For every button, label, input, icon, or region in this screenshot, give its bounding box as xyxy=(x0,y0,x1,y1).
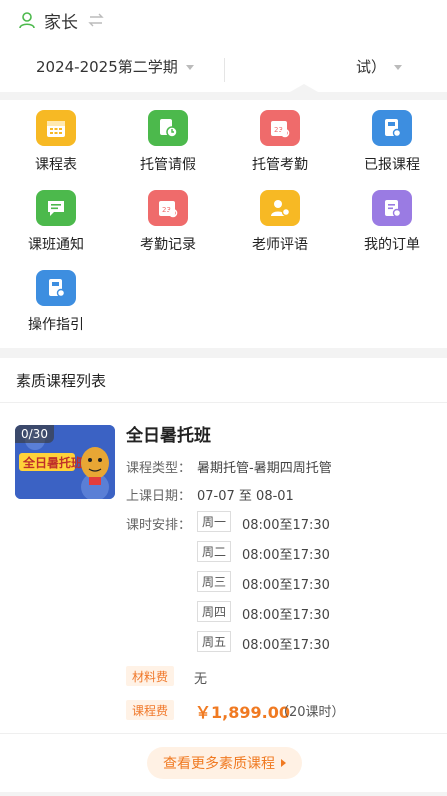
class-select[interactable]: 试） xyxy=(356,56,403,77)
grid-item-label: 托管请假 xyxy=(140,157,196,173)
term-select-value: 2024-2025第二学期 xyxy=(36,58,178,76)
schedule-day: 周五 xyxy=(197,631,231,652)
order-icon xyxy=(372,190,412,226)
schedule-day: 周一 xyxy=(197,511,231,532)
grid-item-leave[interactable]: 托管请假 xyxy=(112,100,224,174)
course-schedule-row: 课时安排： xyxy=(126,514,191,533)
more-courses-button[interactable]: 查看更多素质课程 xyxy=(147,747,302,779)
filter-row: 2024-2025第二学期 试） xyxy=(0,44,447,92)
course-date-value: 07-07 至 08-01 xyxy=(197,489,294,504)
guide-book-icon xyxy=(36,270,76,306)
course-thumbnail[interactable]: 全日暑托班 0/30 xyxy=(15,425,115,499)
grid-item-attendance[interactable]: 23 托管考勤 xyxy=(224,100,336,174)
schedule-day: 周四 xyxy=(197,601,231,622)
material-fee-tag: 材料费 xyxy=(126,666,175,686)
header: 家长 xyxy=(0,0,447,40)
schedule-day: 周二 xyxy=(197,541,231,562)
schedule-time: 08:00至17:30 xyxy=(242,518,330,533)
book-icon xyxy=(372,110,412,146)
switch-role-icon[interactable] xyxy=(88,13,104,27)
bottom-divider xyxy=(0,792,447,796)
leave-clock-icon xyxy=(148,110,188,146)
grid-item-label: 托管考勤 xyxy=(252,157,308,173)
grid-item-label: 操作指引 xyxy=(28,317,84,333)
grid-item-comments[interactable]: 老师评语 xyxy=(224,180,336,254)
schedule-time: 08:00至17:30 xyxy=(242,638,330,653)
more-courses-label: 查看更多素质课程 xyxy=(163,756,275,772)
teacher-comment-icon xyxy=(260,190,300,226)
course-type-row: 课程类型： 暑期托管-暑期四周托管 xyxy=(126,457,332,476)
schedule-time: 08:00至17:30 xyxy=(242,608,330,623)
section-title: 素质课程列表 xyxy=(16,372,107,390)
thumbnail-text: 全日暑托班 xyxy=(22,455,83,470)
grid-item-notice[interactable]: 课班通知 xyxy=(0,180,112,254)
schedule-day: 周三 xyxy=(197,571,231,592)
divider xyxy=(0,92,447,100)
message-icon xyxy=(36,190,76,226)
grid-item-orders[interactable]: 我的订单 xyxy=(336,180,447,254)
chevron-down-icon xyxy=(394,65,403,70)
grid-item-guide[interactable]: 操作指引 xyxy=(0,260,112,334)
user-icon xyxy=(19,12,35,29)
course-date-label: 上课日期： xyxy=(126,489,192,504)
divider xyxy=(224,58,225,82)
grid-item-label: 我的订单 xyxy=(364,237,420,253)
grid-item-schedule[interactable]: 课程表 xyxy=(0,100,112,174)
grid-item-label: 考勤记录 xyxy=(140,237,196,253)
schedule-time: 08:00至17:30 xyxy=(242,548,330,563)
course-date-row: 上课日期： 07-07 至 08-01 xyxy=(126,485,294,504)
course-type-label: 课程类型： xyxy=(126,461,192,476)
course-card[interactable]: 全日暑托班 0/30 全日暑托班 课程类型： 暑期托管-暑期四周托管 上课日期：… xyxy=(0,403,447,733)
dropdown-pointer xyxy=(290,84,318,92)
course-title[interactable]: 全日暑托班 xyxy=(126,421,211,446)
divider xyxy=(0,733,447,734)
schedule-time: 08:00至17:30 xyxy=(242,578,330,593)
grid-item-label: 课班通知 xyxy=(28,237,84,253)
calendar-search-icon: 23 xyxy=(148,190,188,226)
term-select[interactable]: 2024-2025第二学期 xyxy=(36,56,194,77)
chevron-right-icon xyxy=(281,759,286,767)
enrollment-count: 0/30 xyxy=(15,425,54,443)
role-label: 家长 xyxy=(44,12,78,33)
calendar-icon xyxy=(36,110,76,146)
grid-item-label: 老师评语 xyxy=(252,237,308,253)
divider xyxy=(0,348,447,358)
grid-item-records[interactable]: 23 考勤记录 xyxy=(112,180,224,254)
material-fee-value: 无 xyxy=(194,672,208,687)
grid-item-label: 课程表 xyxy=(35,157,77,173)
class-select-value: 试） xyxy=(356,58,387,76)
attendance-calendar-icon: 23 xyxy=(260,110,300,146)
course-schedule-label: 课时安排： xyxy=(126,518,192,533)
function-grid: 课程表 托管请假 23 托管考勤 已报课程 课班通知 23 考勤记录 老师评语 … xyxy=(0,100,447,348)
grid-item-enrolled[interactable]: 已报课程 xyxy=(336,100,447,174)
course-fee-tag: 课程费 xyxy=(126,700,175,720)
chevron-down-icon xyxy=(185,65,194,70)
grid-item-label: 已报课程 xyxy=(364,157,420,173)
course-price-note: （20课时） xyxy=(276,705,345,720)
course-type-value: 暑期托管-暑期四周托管 xyxy=(197,461,332,476)
